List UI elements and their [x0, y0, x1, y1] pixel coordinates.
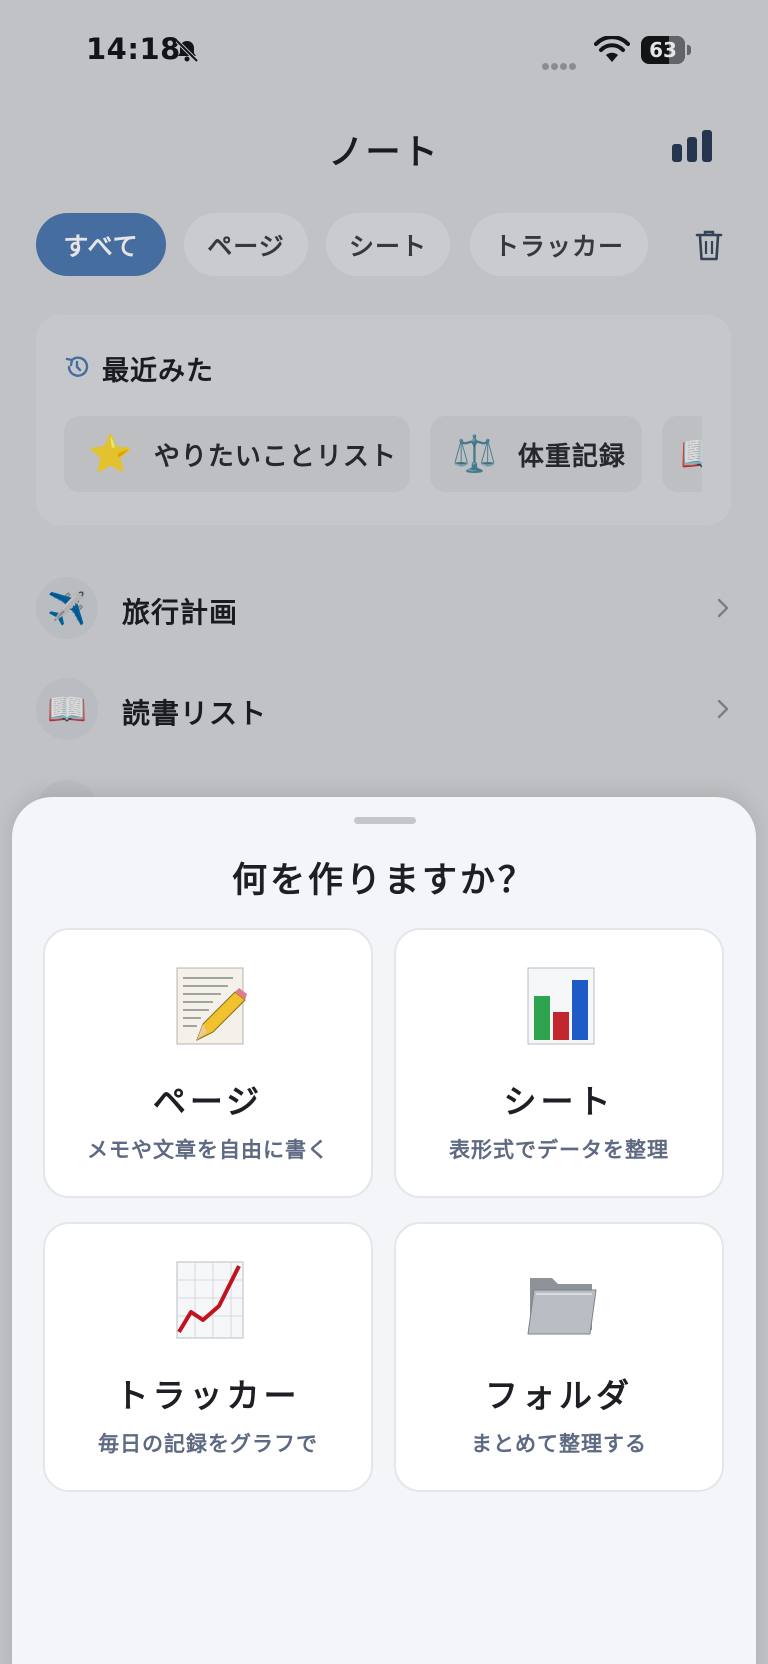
recent-title: 最近みた: [102, 356, 214, 387]
tab-tracker[interactable]: トラッカー: [470, 213, 648, 276]
folder-icon: [527, 1278, 597, 1335]
tab-all[interactable]: すべて: [36, 213, 166, 276]
book-icon: 📖: [36, 678, 98, 740]
bar-chart-icon[interactable]: [670, 128, 714, 164]
battery-level: 63: [649, 38, 677, 62]
create-folder-button[interactable]: フォルダ まとめて整理する: [394, 1222, 724, 1492]
list-item-travel[interactable]: ✈️ 旅行計画: [36, 577, 736, 647]
recent-item-wishlist[interactable]: ⭐ やりたいことリスト: [64, 416, 410, 492]
book-icon: 📖: [680, 433, 702, 475]
list-item-reading[interactable]: 📖 読書リスト: [36, 678, 736, 748]
list-item-label: 旅行計画: [122, 596, 239, 629]
page-title: ノート: [328, 133, 440, 173]
airplane-icon: ✈️: [36, 577, 98, 639]
recent-item-label: やりたいことリスト: [153, 441, 397, 472]
recent-list: ⭐ やりたいことリスト ⚖️ 体重記録 📖: [64, 416, 702, 494]
tab-sheet[interactable]: シート: [326, 213, 450, 276]
tab-page[interactable]: ページ: [184, 213, 308, 276]
battery-icon: 63: [641, 36, 691, 64]
option-desc: まとめて整理する: [471, 1432, 647, 1456]
sheet-title: 何を作りますか？: [231, 861, 536, 901]
wifi-icon: [594, 36, 630, 62]
option-label: シート: [503, 1082, 615, 1121]
status-time: 14:18: [86, 32, 181, 66]
list-item-label: 読書リスト: [122, 697, 268, 730]
create-tracker-button[interactable]: トラッカー 毎日の記録をグラフで: [43, 1222, 373, 1492]
scale-icon: ⚖️: [452, 434, 498, 475]
chevron-right-icon: [717, 699, 729, 719]
chevron-right-icon: [717, 598, 729, 618]
create-sheet-button[interactable]: シート 表形式でデータを整理: [394, 928, 724, 1198]
status-bar: 14:18 63: [0, 0, 768, 100]
option-label: ページ: [152, 1082, 264, 1121]
page-pencil-icon: [176, 967, 247, 1045]
signal-icon: [542, 55, 582, 70]
option-desc: メモや文章を自由に書く: [87, 1138, 329, 1162]
line-graph-icon: [176, 1261, 244, 1339]
create-sheet: 何を作りますか？ ページ メモや文章を自由に書く シート 表形式でデータを整理 …: [12, 797, 756, 1664]
recent-item-label: 体重記録: [517, 441, 626, 472]
star-icon: ⭐: [88, 434, 134, 475]
sheet-grabber[interactable]: [354, 817, 416, 824]
bell-slash-icon: [175, 39, 199, 63]
battery-cap: [687, 45, 691, 55]
bar-chart-sheet-icon: [527, 967, 595, 1045]
history-icon: [65, 356, 89, 377]
create-page-button[interactable]: ページ メモや文章を自由に書く: [43, 928, 373, 1198]
option-label: フォルダ: [485, 1376, 633, 1415]
option-desc: 毎日の記録をグラフで: [98, 1432, 318, 1456]
recent-item-weight[interactable]: ⚖️ 体重記録: [430, 416, 642, 492]
trash-icon[interactable]: [694, 228, 724, 262]
recent-item-book[interactable]: 📖: [662, 416, 702, 492]
option-label: トラッカー: [115, 1376, 301, 1415]
notes-screen: 14:18 63 ノート すべて ページ シート トラッカー 最近みた ⭐ やり…: [0, 0, 768, 1664]
option-desc: 表形式でデータを整理: [449, 1138, 669, 1162]
recent-card: 最近みた ⭐ やりたいことリスト ⚖️ 体重記録 📖: [36, 315, 731, 525]
